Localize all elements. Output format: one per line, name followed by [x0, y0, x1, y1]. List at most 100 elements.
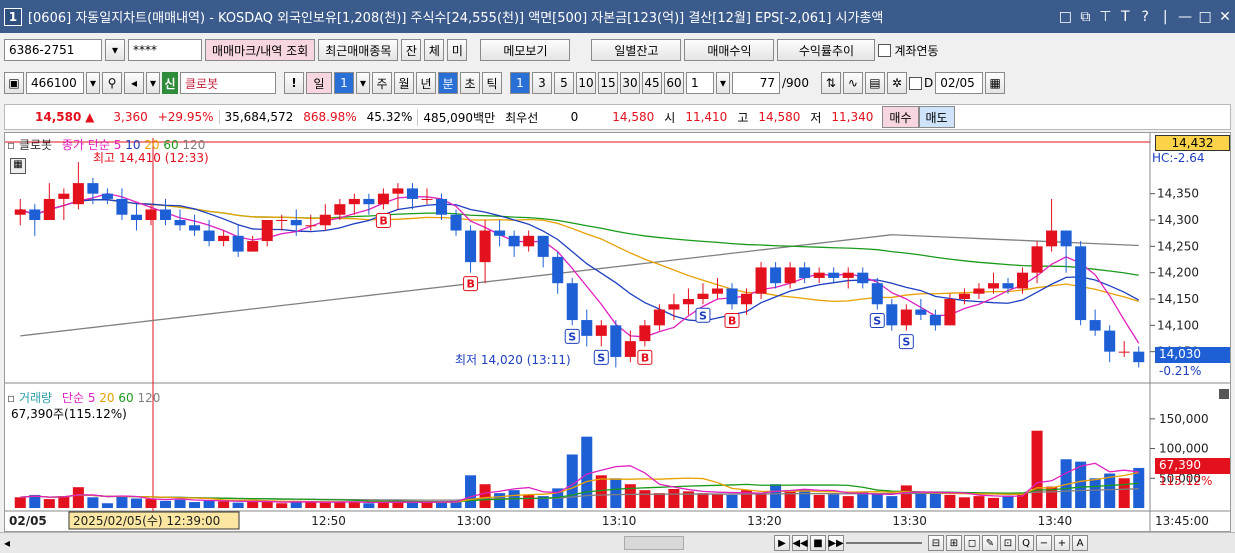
- candle-body: [1104, 330, 1116, 352]
- stock-code-field[interactable]: 466100: [26, 72, 84, 94]
- copy-icon[interactable]: □: [1055, 9, 1075, 25]
- font-size-icon[interactable]: A: [1072, 535, 1088, 551]
- candle-body: [159, 209, 172, 220]
- panel-icon[interactable]: ▣: [4, 72, 24, 94]
- save-icon[interactable]: ▤: [864, 72, 885, 94]
- candle-body: [610, 325, 622, 357]
- stock-legend: 클로봇: [18, 138, 53, 152]
- account-dropdown-icon[interactable]: ▾: [105, 39, 125, 61]
- daily-balance-button[interactable]: 일별잔고: [591, 39, 682, 61]
- calendar-icon[interactable]: ▦: [985, 72, 1006, 94]
- screen-icon[interactable]: ⊡: [1000, 535, 1016, 551]
- box-icon[interactable]: ◻: [964, 535, 980, 551]
- font-icon[interactable]: T: [1115, 9, 1135, 25]
- rewind-icon[interactable]: ◀◀: [792, 535, 808, 551]
- scroll-left-icon[interactable]: ◂: [0, 536, 14, 550]
- pin-icon[interactable]: ⊤: [1095, 9, 1115, 25]
- forward-icon[interactable]: ▶▶: [828, 535, 844, 551]
- day-number[interactable]: 1: [334, 72, 354, 94]
- alert-button[interactable]: !: [284, 72, 304, 94]
- interval-1[interactable]: 1: [510, 72, 530, 94]
- unfilled-button[interactable]: 미: [447, 39, 468, 61]
- filled-button[interactable]: 체: [424, 39, 445, 61]
- candle-body: [58, 193, 70, 199]
- interval-count-field[interactable]: 1: [686, 72, 714, 94]
- year-button[interactable]: 년: [416, 72, 436, 94]
- account-number-field[interactable]: 6386-2751: [4, 39, 102, 61]
- zoom-slider[interactable]: [846, 535, 926, 551]
- candle-body: [494, 230, 506, 236]
- candle-body: [174, 220, 186, 226]
- candle-body: [348, 198, 360, 205]
- account-toolbar: 6386-2751 ▾ **** 매매마크/내역 조회 최근매매종목 잔 체 미…: [0, 38, 1235, 62]
- minute-button[interactable]: 분: [438, 72, 458, 94]
- day-button[interactable]: 일: [306, 72, 332, 94]
- candle-body: [566, 283, 578, 321]
- close-icon[interactable]: ✕: [1215, 9, 1235, 25]
- zoom-in-icon[interactable]: +: [1054, 535, 1070, 551]
- candle-body: [813, 272, 825, 278]
- scroll-thumb[interactable]: [624, 536, 684, 550]
- max-price-label: 최고 14,410 (12:33): [93, 151, 209, 165]
- password-field[interactable]: ****: [128, 39, 202, 61]
- candle-body: [465, 230, 477, 263]
- window-link-icon[interactable]: ⧉: [1075, 9, 1095, 25]
- count-dropdown-icon[interactable]: ▾: [716, 72, 730, 94]
- zoom-icon[interactable]: Q: [1018, 535, 1034, 551]
- code-dropdown-icon[interactable]: ▾: [86, 72, 100, 94]
- layout-icon[interactable]: ⊞: [946, 535, 962, 551]
- sell-button[interactable]: 매도: [918, 106, 955, 128]
- window-title: [0606] 자동일지차트(매매내역) - KOSDAQ 외국인보유[1,208…: [27, 11, 884, 26]
- week-button[interactable]: 주: [372, 72, 392, 94]
- recent-trades-button[interactable]: 최근매매종목: [318, 39, 399, 61]
- draw-icon[interactable]: ✎: [982, 535, 998, 551]
- month-button[interactable]: 월: [394, 72, 414, 94]
- day-dropdown-icon[interactable]: ▾: [356, 72, 370, 94]
- minimize-icon[interactable]: —: [1175, 9, 1195, 25]
- trade-mark-button[interactable]: 매매마크/내역 조회: [205, 39, 316, 61]
- interval-3[interactable]: 3: [532, 72, 552, 94]
- range-field[interactable]: 77: [732, 72, 780, 94]
- help-icon[interactable]: ?: [1135, 9, 1155, 25]
- tool-icon[interactable]: ⇅: [820, 72, 841, 94]
- second-button[interactable]: 초: [460, 72, 480, 94]
- zoom-out-icon[interactable]: −: [1036, 535, 1052, 551]
- interval-15[interactable]: 15: [598, 72, 618, 94]
- indicator-icon[interactable]: ∿: [842, 72, 863, 94]
- date-field[interactable]: 02/05: [935, 72, 984, 94]
- volume-bar: [1002, 495, 1014, 508]
- stop-icon[interactable]: ■: [810, 535, 826, 551]
- best-price: 14,580: [612, 110, 655, 124]
- search-icon[interactable]: ⚲: [102, 72, 122, 94]
- memo-button[interactable]: 메모보기: [480, 39, 571, 61]
- balance-button[interactable]: 잔: [401, 39, 422, 61]
- interval-5[interactable]: 5: [554, 72, 574, 94]
- speaker-icon[interactable]: ◂: [124, 72, 144, 94]
- chart-area[interactable]: 14,350 14,300 14,250 14,200 14,150 14,100 14,0…: [4, 132, 1231, 532]
- interval-30[interactable]: 30: [620, 72, 640, 94]
- interval-45[interactable]: 45: [642, 72, 662, 94]
- buy-button[interactable]: 매수: [882, 106, 919, 128]
- grid-icon[interactable]: ▦: [10, 158, 26, 174]
- speaker-dropdown-icon[interactable]: ▾: [146, 72, 160, 94]
- interval-10[interactable]: 10: [576, 72, 596, 94]
- account-link-checkbox[interactable]: 계좌연동: [878, 42, 939, 59]
- interval-60[interactable]: 60: [664, 72, 684, 94]
- tick-button[interactable]: 틱: [482, 72, 502, 94]
- ma60-line: [20, 199, 1139, 276]
- bottom-scrollbar[interactable]: ◂ ▶ ◀◀ ■ ▶▶ ⊟ ⊞ ◻ ✎ ⊡ Q − + A: [0, 532, 1235, 553]
- maximize-icon[interactable]: □: [1195, 9, 1215, 25]
- view-icon[interactable]: ⊟: [928, 535, 944, 551]
- volume-bar: [987, 497, 1000, 508]
- play-icon[interactable]: ▶: [774, 535, 790, 551]
- gear-icon[interactable]: ✲: [886, 72, 907, 94]
- date-checkbox[interactable]: [908, 76, 922, 90]
- return-trend-button[interactable]: 수익률추이: [777, 39, 876, 61]
- volume-panel-icon[interactable]: [1219, 389, 1229, 399]
- candlestick-chart[interactable]: 14,350 14,300 14,250 14,200 14,150 14,100 14,0…: [5, 133, 1230, 531]
- signal-label: B: [467, 278, 475, 291]
- trade-profit-button[interactable]: 매매수익: [684, 39, 775, 61]
- volume-bar: [784, 490, 796, 508]
- checkbox-icon[interactable]: [878, 43, 892, 57]
- stock-name-field[interactable]: 클로봇: [180, 72, 276, 94]
